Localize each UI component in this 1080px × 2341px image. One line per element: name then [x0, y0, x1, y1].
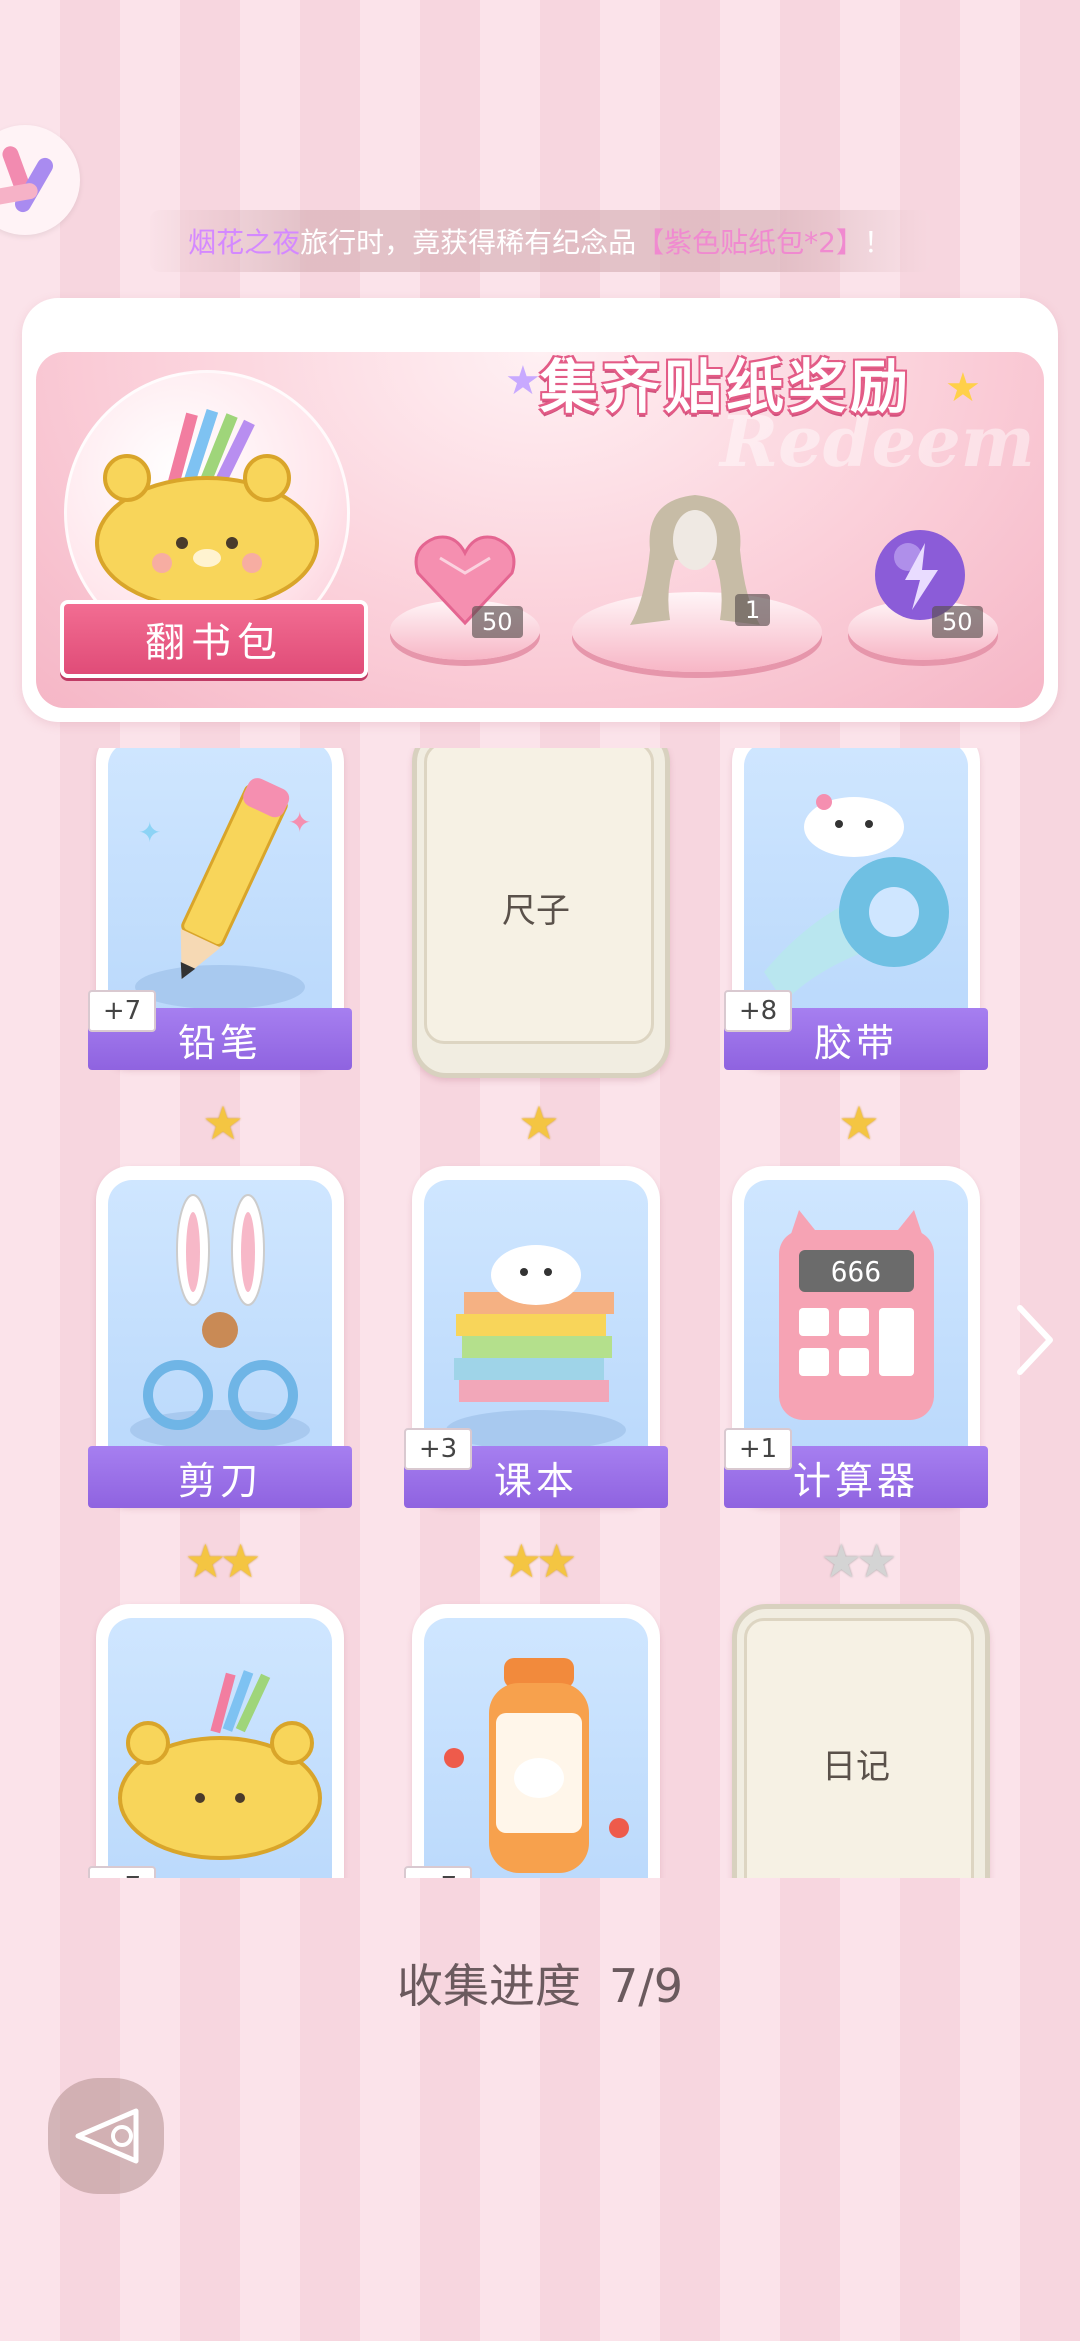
- star-rating: ★★: [184, 1534, 261, 1588]
- banner-title: 集齐贴纸奖励: [540, 353, 913, 421]
- sticker-card-locked[interactable]: 尺子: [412, 748, 670, 1083]
- scissors-icon: [108, 1180, 332, 1476]
- star-rating: ★: [518, 1096, 559, 1150]
- sticker-name: 剪刀: [88, 1446, 352, 1508]
- news-ticker: 烟花之夜 旅行时，竟获得稀有纪念品 【紫色贴纸包*2】 ！: [150, 210, 930, 272]
- pencil-bag-sticker-icon: [108, 1618, 332, 1878]
- duplicate-count: +1: [724, 1428, 792, 1470]
- star-rating: ★: [202, 1096, 243, 1150]
- star-icon: ★: [505, 358, 541, 404]
- pencil-bag-label[interactable]: 翻书包: [60, 600, 368, 678]
- sticker-card[interactable]: +7: [404, 1604, 660, 1878]
- ticker-end: ！: [863, 226, 892, 259]
- chevron-right-icon[interactable]: [1010, 1300, 1060, 1380]
- sticker-card-locked[interactable]: 日记: [732, 1604, 990, 1878]
- reward-count: 50: [932, 606, 983, 638]
- sticker-card[interactable]: 胶带 +8: [724, 748, 988, 1083]
- sticker-name: 尺子: [502, 891, 570, 931]
- reward-count: 1: [735, 594, 771, 626]
- sticker-card[interactable]: 666 计算器 +1: [724, 1166, 988, 1521]
- back-icon: [75, 2108, 139, 2164]
- duplicate-count: +8: [724, 990, 792, 1032]
- star-rating: ★★: [500, 1534, 577, 1588]
- sticker-card[interactable]: 剪刀: [88, 1166, 352, 1521]
- duplicate-count: +7: [404, 1866, 472, 1878]
- svg-text:✦: ✦: [288, 806, 311, 839]
- star-rating-empty: ★★: [820, 1534, 897, 1588]
- calculator-display: 666: [831, 1255, 882, 1288]
- sticker-name: 日记: [822, 1747, 890, 1787]
- duplicate-count: +7: [88, 1866, 156, 1878]
- sticker-card[interactable]: ✦ ✦ 铅笔 +7: [88, 748, 352, 1083]
- svg-text:✦: ✦: [138, 816, 161, 849]
- ticker-place: 烟花之夜: [188, 226, 301, 259]
- menu-button[interactable]: [0, 125, 80, 235]
- ticker-reward: 【紫色贴纸包*2】: [636, 226, 864, 259]
- duplicate-count: +7: [88, 990, 156, 1032]
- ticker-text: 旅行时，竟获得稀有纪念品: [300, 226, 637, 259]
- reward-count: 50: [472, 606, 523, 638]
- progress-label: 收集进度: [396, 1959, 581, 2013]
- back-button[interactable]: [48, 2078, 164, 2194]
- progress-value: 7/9: [608, 1959, 684, 2013]
- sticker-grid: ✦ ✦ 铅笔 +7 尺子 胶带 +8 ★ ★ ★ 剪刀 课本 +3 666 计算…: [0, 748, 1080, 1878]
- duplicate-count: +3: [404, 1428, 472, 1470]
- collection-progress: 收集进度 7/9: [0, 1950, 1080, 2016]
- star-rating: ★: [838, 1096, 879, 1150]
- sticker-card[interactable]: 课本 +3: [404, 1166, 668, 1521]
- water-bottle-icon: [424, 1618, 648, 1878]
- sticker-card[interactable]: +7: [88, 1604, 344, 1878]
- star-icon: ★: [945, 365, 981, 411]
